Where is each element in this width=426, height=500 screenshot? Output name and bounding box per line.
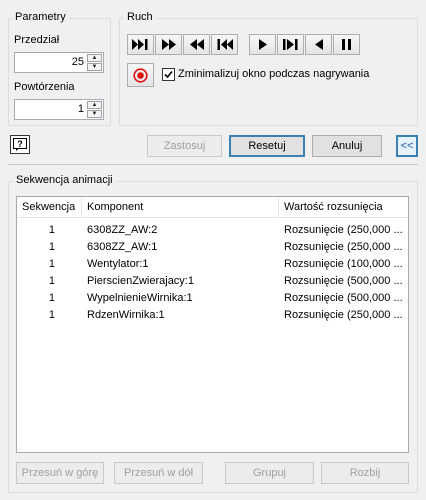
przedzial-down-arrow-icon[interactable]: ▼ bbox=[87, 63, 102, 71]
collapse-button[interactable]: << bbox=[396, 135, 418, 157]
pause-button[interactable] bbox=[333, 34, 360, 55]
table-row[interactable]: 1 WypelnienieWirnika:1 Rozsunięcie (500,… bbox=[17, 290, 408, 307]
column-header-component[interactable]: Komponent bbox=[82, 197, 279, 218]
separator bbox=[8, 164, 418, 165]
sequence-cell: 1 bbox=[48, 241, 55, 253]
column-header-sequence[interactable]: Sekwencja bbox=[17, 197, 82, 218]
sequence-cell: 1 bbox=[48, 309, 55, 321]
fast-forward-button[interactable] bbox=[155, 34, 182, 55]
skip-to-end-button[interactable] bbox=[127, 34, 154, 55]
pause-icon bbox=[342, 39, 351, 50]
minimize-checkbox[interactable] bbox=[162, 68, 175, 81]
parametry-title: Parametry bbox=[12, 11, 69, 24]
help-button[interactable]: ? bbox=[10, 135, 30, 154]
component-cell: PierscienZwierajacy:1 bbox=[87, 275, 194, 287]
sequence-title: Sekwencja animacji bbox=[13, 174, 116, 187]
rewind-button[interactable] bbox=[183, 34, 210, 55]
play-button[interactable] bbox=[249, 34, 276, 55]
apply-button[interactable]: Zastosuj bbox=[147, 135, 222, 157]
component-cell: 6308ZZ_AW:2 bbox=[87, 224, 158, 236]
skip-to-start-icon bbox=[217, 39, 233, 50]
value-cell: Rozsunięcie (250,000 ... bbox=[284, 224, 403, 236]
przedzial-label: Przedział bbox=[14, 34, 60, 46]
step-forward-end-button[interactable] bbox=[277, 34, 304, 55]
rewind-icon bbox=[189, 39, 204, 50]
record-button[interactable] bbox=[127, 63, 154, 87]
table-row[interactable]: 1 6308ZZ_AW:2 Rozsunięcie (250,000 ... bbox=[17, 222, 408, 239]
przedzial-spinner[interactable]: 25 ▲ ▼ bbox=[14, 52, 104, 73]
sequence-cell: 1 bbox=[48, 292, 55, 304]
table-row[interactable]: 1 PierscienZwierajacy:1 Rozsunięcie (500… bbox=[17, 273, 408, 290]
table-row[interactable]: 1 Wentylator:1 Rozsunięcie (100,000 ... bbox=[17, 256, 408, 273]
table-row[interactable]: 1 6308ZZ_AW:1 Rozsunięcie (250,000 ... bbox=[17, 239, 408, 256]
value-cell: Rozsunięcie (500,000 ... bbox=[284, 275, 403, 287]
svg-text:?: ? bbox=[17, 139, 23, 149]
skip-to-start-button[interactable] bbox=[211, 34, 238, 55]
checkmark-icon bbox=[164, 70, 173, 79]
value-cell: Rozsunięcie (250,000 ... bbox=[284, 241, 403, 253]
component-cell: Wentylator:1 bbox=[87, 258, 149, 270]
cancel-button[interactable]: Anuluj bbox=[312, 135, 382, 157]
przedzial-up-arrow-icon[interactable]: ▲ bbox=[87, 54, 102, 62]
record-icon bbox=[133, 67, 148, 83]
play-reverse-button[interactable] bbox=[305, 34, 332, 55]
sequence-cell: 1 bbox=[48, 224, 55, 236]
ungroup-button[interactable]: Rozbij bbox=[321, 462, 409, 484]
component-cell: WypelnienieWirnika:1 bbox=[87, 292, 193, 304]
value-cell: Rozsunięcie (500,000 ... bbox=[284, 292, 403, 304]
play-reverse-icon bbox=[314, 39, 323, 50]
help-icon: ? bbox=[13, 138, 27, 151]
ruch-title: Ruch bbox=[124, 11, 156, 24]
column-header-value[interactable]: Wartość rozsunięcia bbox=[279, 197, 409, 218]
step-forward-end-icon bbox=[282, 39, 297, 50]
sequence-list[interactable]: Sekwencja Komponent Wartość rozsunięcia … bbox=[16, 196, 409, 453]
fast-forward-icon bbox=[161, 39, 176, 50]
powtorzenia-down-arrow-icon[interactable]: ▼ bbox=[87, 110, 102, 118]
component-cell: 6308ZZ_AW:1 bbox=[87, 241, 158, 253]
powtorzenia-spinner[interactable]: 1 ▲ ▼ bbox=[14, 99, 104, 120]
powtorzenia-up-arrow-icon[interactable]: ▲ bbox=[87, 101, 102, 109]
skip-to-end-icon bbox=[132, 39, 148, 50]
value-cell: Rozsunięcie (100,000 ... bbox=[284, 258, 403, 270]
powtorzenia-value[interactable]: 1 bbox=[78, 103, 84, 115]
przedzial-value[interactable]: 25 bbox=[72, 56, 84, 68]
reset-button[interactable]: Resetuj bbox=[229, 135, 305, 157]
move-up-button[interactable]: Przesuń w górę bbox=[16, 462, 104, 484]
minimize-label[interactable]: Zminimalizuj okno podczas nagrywania bbox=[178, 68, 369, 80]
play-icon bbox=[258, 39, 267, 50]
sequence-cell: 1 bbox=[48, 275, 55, 287]
powtorzenia-label: Powtórzenia bbox=[14, 81, 75, 93]
group-button[interactable]: Grupuj bbox=[225, 462, 314, 484]
table-row[interactable]: 1 RdzenWirnika:1 Rozsunięcie (250,000 ..… bbox=[17, 307, 408, 324]
list-header: Sekwencja Komponent Wartość rozsunięcia bbox=[17, 197, 408, 218]
move-down-button[interactable]: Przesuń w dół bbox=[114, 462, 203, 484]
value-cell: Rozsunięcie (250,000 ... bbox=[284, 309, 403, 321]
component-cell: RdzenWirnika:1 bbox=[87, 309, 165, 321]
sequence-cell: 1 bbox=[48, 258, 55, 270]
